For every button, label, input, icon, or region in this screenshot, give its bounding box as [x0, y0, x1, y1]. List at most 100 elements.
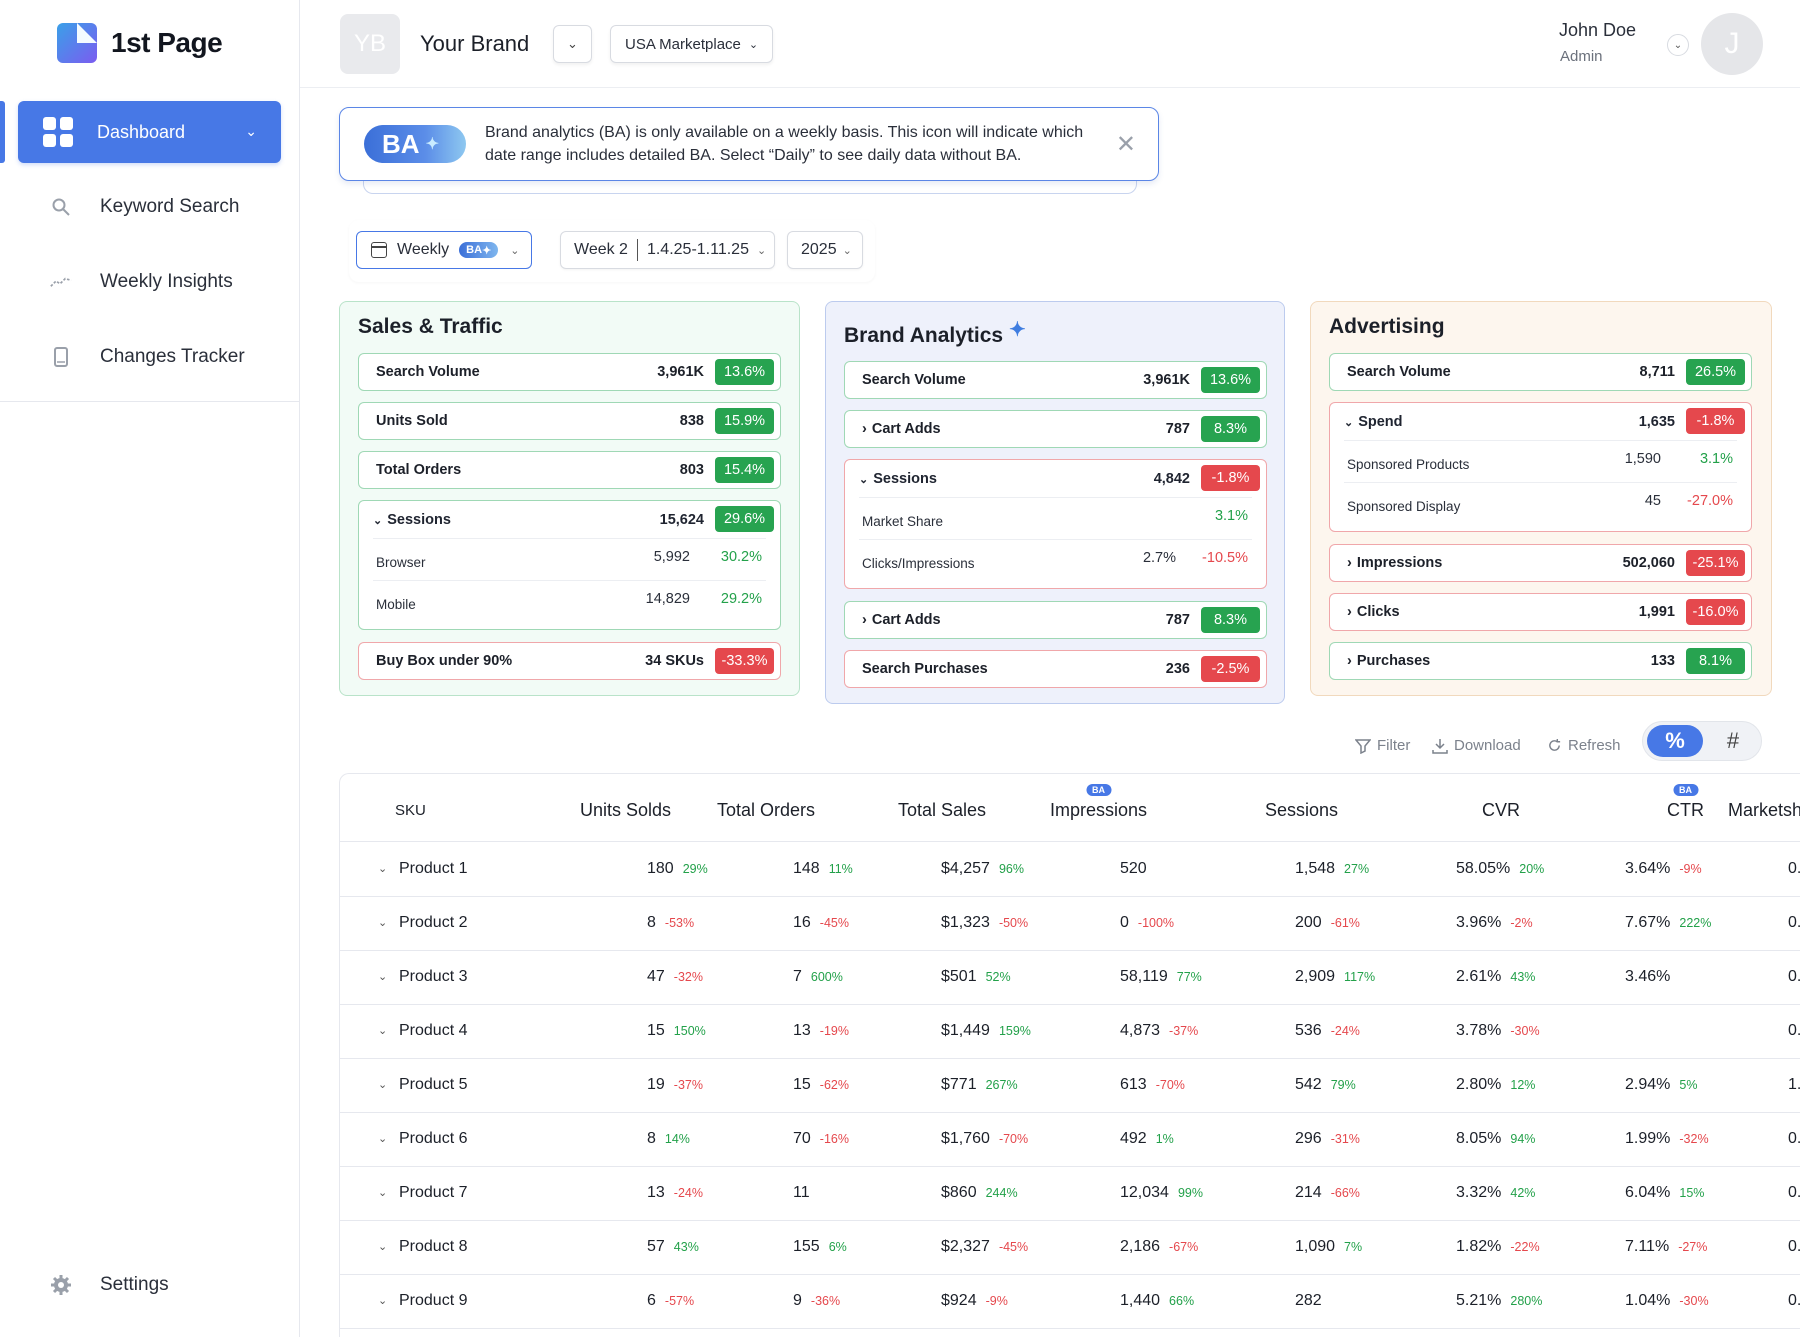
percent-toggle[interactable]: % [1647, 725, 1703, 757]
column-header[interactable]: Marketsh [1728, 800, 1800, 821]
metric-impressions[interactable]: › Impressions 502,060 -25.1% [1329, 544, 1752, 582]
change-badge: 8.1% [1686, 648, 1745, 674]
table-row[interactable]: ⌄ Product 1 180 29% 148 11% $4,257 96% 520 1,548 2… [340, 843, 1800, 897]
table-cell: 180 29% [647, 860, 708, 878]
metric-units-sold[interactable]: Units Sold 838 15.9% [358, 402, 781, 440]
table-cell: 1,548 27% [1295, 860, 1369, 878]
table-cell: 3.64% -9% [1625, 860, 1702, 878]
metric-search-volume[interactable]: Search Volume 3,961K 13.6% [844, 361, 1267, 399]
cell-value: 1,548 [1295, 860, 1336, 877]
sales-traffic-card: Sales & Traffic Search Volume 3,961K 13.… [339, 301, 800, 696]
column-header[interactable]: CTR BA [1667, 784, 1704, 821]
metric-sessions-header[interactable]: ⌄ Sessions 15,624 29.6% [359, 501, 780, 538]
metric-cart-adds-2[interactable]: › Cart Adds 787 8.3% [844, 601, 1267, 639]
cell-value: $924 [941, 1292, 977, 1309]
cell-change: 79% [1330, 1078, 1356, 1092]
column-header[interactable]: SKU [395, 802, 426, 819]
cell-value: 1.99% [1625, 1130, 1671, 1147]
sub-metric-label: Market Share [862, 514, 944, 529]
metric-search-volume[interactable]: Search Volume 3,961K 13.6% [358, 353, 781, 391]
sidebar-item-keyword-search[interactable]: Keyword Search [50, 196, 239, 218]
app-logo[interactable]: 1st Page [57, 23, 223, 63]
sidebar-item-changes-tracker[interactable]: Changes Tracker [50, 346, 245, 368]
period-select[interactable]: Weekly BA ✦ ⌄ [356, 231, 532, 269]
sub-metric-row: Sponsored Display 45 -27.0% [1344, 482, 1737, 524]
metric-total-orders[interactable]: Total Orders 803 15.4% [358, 451, 781, 489]
column-header[interactable]: Impressions BA [1050, 784, 1147, 821]
table-row[interactable]: ⌄ Product 3 47 -32% 7 600% $501 52% 58,119 77% 2,9… [340, 951, 1800, 1005]
table-cell: 148 11% [793, 860, 853, 878]
brand-dropdown-button[interactable]: ⌄ [553, 25, 592, 63]
table-row[interactable]: ⌄ Product 6 8 14% 70 -16% $1,760 -70% 492 1% 296 -3… [340, 1113, 1800, 1167]
download-button[interactable]: Download [1432, 737, 1521, 754]
cell-value: 4,873 [1120, 1022, 1161, 1039]
column-header[interactable]: Total Sales [898, 800, 986, 821]
sidebar-item-settings[interactable]: Settings [50, 1274, 169, 1296]
table-row[interactable]: ⌄ Product 8 57 43% 155 6% $2,327 -45% 2,186 -67% 1… [340, 1221, 1800, 1275]
sku-name: Product 6 [399, 1130, 468, 1147]
year-select[interactable]: 2025 ⌄ [787, 231, 863, 269]
change-badge: 13.6% [1201, 367, 1260, 393]
avatar[interactable]: J [1701, 13, 1763, 75]
sidebar-item-dashboard[interactable]: Dashboard ⌄ [18, 101, 281, 163]
cell-change: 66% [1169, 1294, 1195, 1308]
marketplace-select[interactable]: USA Marketplace ⌄ [610, 25, 774, 63]
sparkle-icon: ✦ [1008, 319, 1026, 341]
cell-value: 180 [647, 860, 674, 877]
sub-metric-change: -27.0% [1687, 493, 1733, 509]
cell-value: $771 [941, 1076, 977, 1093]
column-header[interactable]: Total Orders [717, 800, 815, 821]
cell-value: 613 [1120, 1076, 1147, 1093]
chevron-down-icon[interactable]: ⌄ [378, 1078, 387, 1091]
chevron-down-icon[interactable]: ⌄ [378, 1132, 387, 1145]
cell-change: 96% [998, 862, 1024, 876]
table-cell: 13 -24% [647, 1184, 703, 1202]
refresh-button[interactable]: Refresh [1547, 737, 1621, 754]
week-select[interactable]: Week 2 1.4.25-1.11.25 ⌄ [560, 231, 775, 269]
metric-purchases[interactable]: › Purchases 133 8.1% [1329, 642, 1752, 680]
filter-button[interactable]: Filter [1355, 737, 1410, 754]
cell-value: 0 [1120, 914, 1129, 931]
chevron-down-icon[interactable]: ⌄ [378, 1024, 387, 1037]
chevron-down-icon[interactable]: ⌄ [378, 1294, 387, 1307]
sku-name: Product 2 [399, 914, 468, 931]
table-row[interactable]: ⌄ Product 9 6 -57% 9 -36% $924 -9% 1,440 66% 282 5.… [340, 1275, 1800, 1329]
column-header[interactable]: Units Solds [580, 800, 671, 821]
column-header[interactable]: CVR [1482, 800, 1520, 821]
metric-label: ⌄ Spend [1344, 413, 1403, 430]
table-row[interactable]: ⌄ Product 4 15 150% 13 -19% $1,449 159% 4,873 -37… [340, 1005, 1800, 1059]
chevron-down-icon[interactable]: ⌄ [378, 970, 387, 983]
metric-buy-box[interactable]: Buy Box under 90% 34 SKUs -33.3% [358, 642, 781, 680]
table-row[interactable]: ⌄ Product 7 13 -24% 11 $860 244% 12,034 99% 214 -6… [340, 1167, 1800, 1221]
metric-sessions-expanded: ⌄ Sessions 15,624 29.6% Browser 5,992 30.… [358, 500, 781, 630]
metric-search-purchases[interactable]: Search Purchases 236 -2.5% [844, 650, 1267, 688]
column-header[interactable]: Sessions [1265, 800, 1338, 821]
user-menu-button[interactable]: ⌄ [1667, 34, 1689, 56]
logo-text: 1st Page [111, 27, 223, 58]
metric-value: 502,060 [1622, 555, 1675, 571]
top-bar: YB Your Brand ⌄ USA Marketplace ⌄ John D… [300, 0, 1800, 88]
table-cell: 214 -66% [1295, 1184, 1360, 1202]
metric-sessions-header[interactable]: ⌄ Sessions 4,842 -1.8% [845, 460, 1266, 497]
metric-cart-adds[interactable]: › Cart Adds 787 8.3% [844, 410, 1267, 448]
chevron-down-icon[interactable]: ⌄ [378, 1186, 387, 1199]
table-row[interactable]: ⌄ Product 2 8 -53% 16 -45% $1,323 -50% 0 -100% 200… [340, 897, 1800, 951]
chevron-down-icon[interactable]: ⌄ [378, 862, 387, 875]
metric-spend-header[interactable]: ⌄ Spend 1,635 -1.8% [1330, 403, 1751, 440]
sub-metric-row: Clicks/Impressions 2.7% -10.5% [859, 539, 1252, 581]
dashboard-grid-icon [43, 117, 73, 147]
sidebar-item-weekly-insights[interactable]: Weekly Insights [50, 271, 233, 293]
chevron-down-icon[interactable]: ⌄ [378, 916, 387, 929]
metric-search-volume[interactable]: Search Volume 8,711 26.5% [1329, 353, 1752, 391]
metric-clicks[interactable]: › Clicks 1,991 -16.0% [1329, 593, 1752, 631]
sub-metric-row: Mobile 14,829 29.2% [373, 580, 766, 622]
sidebar-item-label: Changes Tracker [100, 346, 245, 367]
close-icon[interactable]: ✕ [1116, 130, 1136, 159]
table-cell: 0.0 [1788, 1130, 1800, 1148]
active-indicator [0, 101, 5, 163]
chevron-down-icon[interactable]: ⌄ [378, 1240, 387, 1253]
table-row[interactable]: ⌄ Product 5 19 -37% 15 -62% $771 267% 613 -70% 542… [340, 1059, 1800, 1113]
number-toggle[interactable]: # [1707, 725, 1759, 757]
change-badge: 15.9% [715, 408, 774, 434]
period-label: Weekly [397, 241, 450, 258]
